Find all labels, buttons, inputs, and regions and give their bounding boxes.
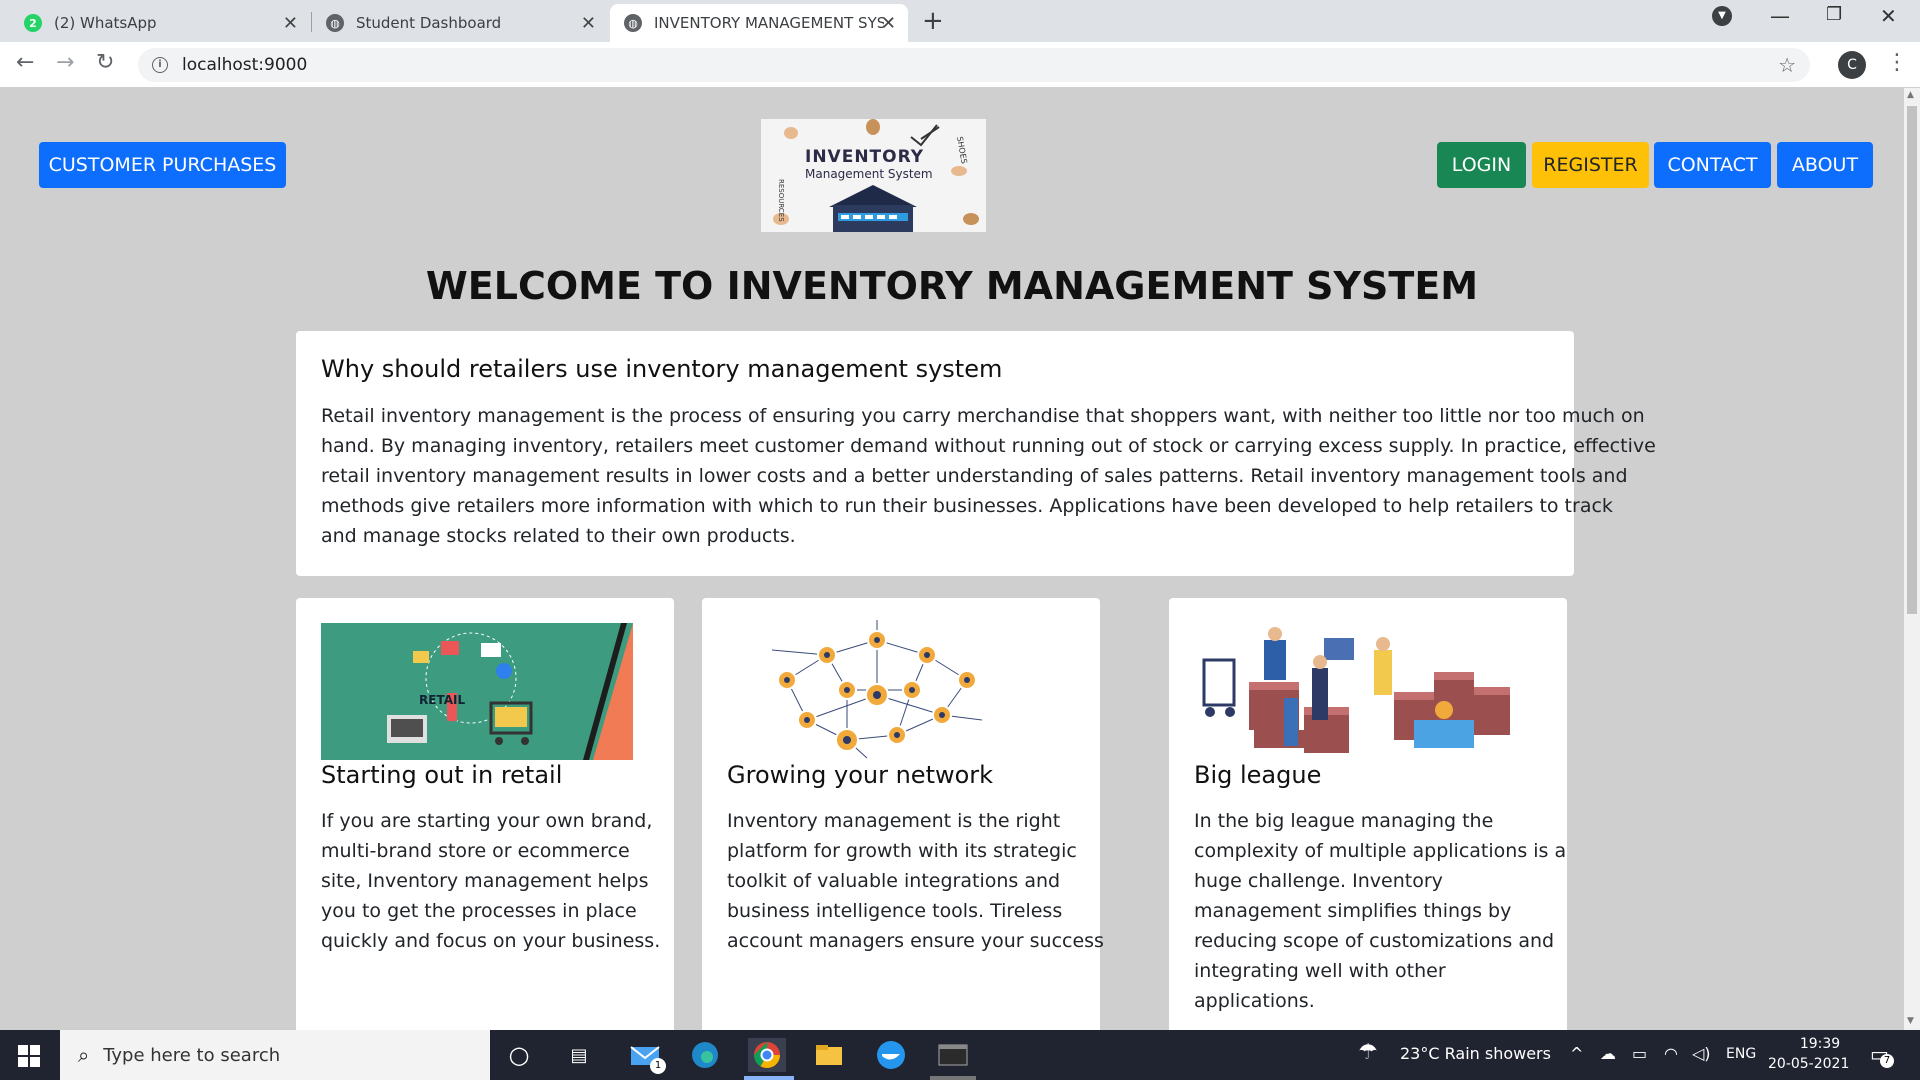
tab-inventory-active[interactable]: ◍ INVENTORY MANAGEMENT SYST ✕ xyxy=(610,4,908,42)
clock-time[interactable]: 19:39 xyxy=(1790,1036,1850,1052)
back-arrow-icon[interactable]: ← xyxy=(16,50,34,75)
file-explorer-icon[interactable] xyxy=(810,1038,848,1072)
chrome-active-indicator xyxy=(744,1076,794,1080)
customer-purchases-button[interactable]: CUSTOMER PURCHASES xyxy=(39,142,286,188)
feature-card-retail: RETAIL Starting out in retail If you are… xyxy=(296,598,674,1030)
terminal-open-indicator xyxy=(930,1076,976,1080)
logo-subtitle: Management System xyxy=(805,167,933,181)
tab-title: Student Dashboard xyxy=(356,14,502,32)
retail-image: RETAIL xyxy=(321,623,633,760)
docker-whale-icon xyxy=(877,1041,905,1069)
page-title: WELCOME TO INVENTORY MANAGEMENT SYSTEM xyxy=(425,264,1479,308)
clock-date[interactable]: 20-05-2021 xyxy=(1768,1056,1849,1072)
windows-start-icon[interactable] xyxy=(18,1045,40,1067)
battery-icon[interactable]: ▭ xyxy=(1632,1044,1647,1063)
taskbar-search-box[interactable]: ⌕ Type here to search xyxy=(60,1030,490,1080)
restore-icon[interactable]: ❐ xyxy=(1826,4,1842,25)
register-button[interactable]: REGISTER xyxy=(1532,142,1649,188)
tab-title: INVENTORY MANAGEMENT SYST xyxy=(654,14,884,32)
intro-text: Retail inventory management is the proce… xyxy=(321,405,1656,547)
globe-icon: ◍ xyxy=(326,14,344,32)
console-window-icon xyxy=(938,1044,968,1066)
edge-logo-icon xyxy=(692,1042,718,1068)
close-tab-icon[interactable]: ✕ xyxy=(283,13,298,34)
network-illustration xyxy=(771,620,983,759)
globe-icon: ◍ xyxy=(624,14,642,32)
tab-title: (2) WhatsApp xyxy=(54,14,157,32)
bookmark-star-icon[interactable]: ☆ xyxy=(1778,53,1796,77)
chrome-icon[interactable] xyxy=(748,1038,786,1072)
profile-avatar[interactable]: C xyxy=(1838,51,1866,79)
chrome-logo-icon xyxy=(753,1042,781,1069)
language-indicator[interactable]: ENG xyxy=(1726,1046,1756,1062)
terminal-icon[interactable] xyxy=(934,1038,972,1072)
logo-side-text: SHOES xyxy=(955,136,969,165)
logo-title: INVENTORY xyxy=(805,147,925,167)
notification-count-badge: 7 xyxy=(1880,1054,1894,1068)
wifi-icon[interactable]: ◠ xyxy=(1664,1044,1678,1063)
card-title: Big league xyxy=(1194,761,1322,789)
scroll-up-arrow-icon[interactable]: ▲ xyxy=(1907,90,1914,100)
tab-search-icon[interactable]: ▼ xyxy=(1712,6,1732,26)
retail-image-label: RETAIL xyxy=(419,693,466,707)
card-text: In the big league managing the complexit… xyxy=(1194,810,1567,1012)
card-title: Starting out in retail xyxy=(321,761,563,789)
card-title: Growing your network xyxy=(727,761,994,789)
new-tab-plus-icon[interactable]: + xyxy=(922,6,944,36)
forward-arrow-icon[interactable]: → xyxy=(56,50,74,75)
volume-icon[interactable]: ◁) xyxy=(1692,1044,1711,1063)
close-window-icon[interactable]: ✕ xyxy=(1880,4,1897,28)
search-icon: ⌕ xyxy=(78,1043,90,1067)
intro-card: Why should retailers use inventory manag… xyxy=(296,331,1656,576)
card-text: If you are starting your own brand, mult… xyxy=(321,810,661,952)
warehouse-illustration xyxy=(1202,627,1510,753)
cortana-icon[interactable]: ○ xyxy=(500,1038,538,1072)
tab-whatsapp[interactable]: 2 (2) WhatsApp ✕ xyxy=(10,4,310,42)
inventory-logo: SHOES RESOURCES INVENTORY Management Sys… xyxy=(761,119,986,232)
logo-side-text: RESOURCES xyxy=(777,179,785,222)
edge-icon[interactable] xyxy=(686,1038,724,1072)
intro-title: Why should retailers use inventory manag… xyxy=(321,355,1003,383)
browser-menu-icon[interactable]: ⋮ xyxy=(1886,50,1908,75)
search-placeholder[interactable]: Type here to search xyxy=(103,1045,280,1066)
card-text: Inventory management is the right platfo… xyxy=(727,810,1104,952)
minimize-icon[interactable]: — xyxy=(1770,4,1790,28)
feature-card-network: Growing your network Inventory managemen… xyxy=(702,598,1104,1030)
site-info-icon[interactable]: i xyxy=(152,57,168,73)
page-scrollbar[interactable]: ▲ ▼ xyxy=(1904,88,1920,1030)
feature-card-big-league: Big league In the big league managing th… xyxy=(1169,598,1567,1030)
browser-tab-strip: 2 (2) WhatsApp ✕ ◍ Student Dashboard ✕ ◍… xyxy=(0,0,1920,42)
retail-illustration xyxy=(387,623,633,760)
weather-text[interactable]: 23°C Rain showers xyxy=(1400,1044,1551,1063)
address-bar[interactable]: i localhost:9000 ☆ xyxy=(138,48,1810,82)
weather-rain-icon: ☂ xyxy=(1358,1040,1378,1065)
close-tab-icon[interactable]: ✕ xyxy=(581,13,596,34)
close-tab-icon[interactable]: ✕ xyxy=(881,13,896,34)
reload-icon[interactable]: ↻ xyxy=(96,50,114,75)
tray-chevron-icon[interactable]: ^ xyxy=(1570,1044,1583,1063)
url-text[interactable]: localhost:9000 xyxy=(182,55,307,75)
contact-button[interactable]: CONTACT xyxy=(1654,142,1771,188)
browser-toolbar: ← → ↻ i localhost:9000 ☆ C ⋮ xyxy=(0,42,1920,88)
task-view-icon[interactable]: ▤ xyxy=(560,1038,598,1072)
mail-icon[interactable]: 1 xyxy=(626,1038,666,1074)
login-button[interactable]: LOGIN xyxy=(1437,142,1526,188)
folder-icon xyxy=(816,1045,842,1065)
windows-taskbar: ⌕ Type here to search ○ ▤ 1 ☂ 23°C Rain … xyxy=(0,1030,1920,1080)
page-viewport: CUSTOMER PURCHASES SHOES RESOURCES INVEN… xyxy=(0,88,1904,1030)
onedrive-icon[interactable]: ☁ xyxy=(1600,1044,1616,1063)
docker-icon[interactable] xyxy=(872,1038,910,1072)
mail-badge: 1 xyxy=(650,1058,666,1074)
scrollbar-thumb[interactable] xyxy=(1907,106,1917,614)
scroll-down-arrow-icon[interactable]: ▼ xyxy=(1907,1016,1914,1026)
whatsapp-icon: 2 xyxy=(24,14,42,32)
about-button[interactable]: ABOUT xyxy=(1777,142,1873,188)
tab-student-dashboard[interactable]: ◍ Student Dashboard ✕ xyxy=(312,4,608,42)
